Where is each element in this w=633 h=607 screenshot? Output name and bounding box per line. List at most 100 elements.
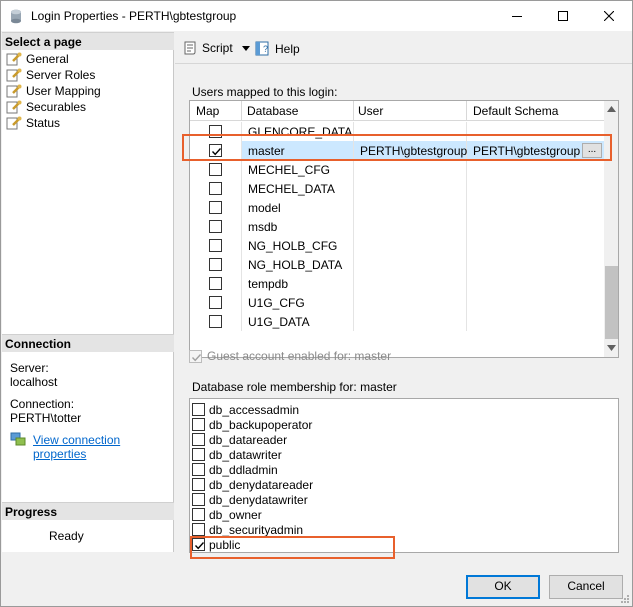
server-value: localhost bbox=[10, 375, 58, 389]
page-item-label: General bbox=[26, 52, 69, 66]
progress-header: Progress bbox=[2, 502, 174, 520]
close-icon bbox=[604, 11, 614, 21]
column-header-default-schema[interactable]: Default Schema bbox=[473, 104, 558, 118]
role-checkbox[interactable] bbox=[192, 463, 205, 476]
svg-text:?: ? bbox=[263, 44, 268, 54]
map-checkbox[interactable] bbox=[209, 296, 222, 309]
guest-checkbox-box bbox=[189, 349, 202, 363]
map-checkbox[interactable] bbox=[209, 258, 222, 271]
role-item-db-securityadmin[interactable]: db_securityadmin bbox=[192, 522, 303, 537]
page-item-label: Server Roles bbox=[26, 68, 96, 82]
database-cell: MECHEL_DATA bbox=[248, 182, 335, 196]
master-row-highlight bbox=[182, 134, 612, 161]
connection-header: Connection bbox=[2, 334, 174, 352]
map-checkbox[interactable] bbox=[209, 315, 222, 328]
minimize-icon bbox=[512, 16, 522, 17]
table-row[interactable]: tempdb bbox=[190, 274, 604, 293]
map-checkbox[interactable] bbox=[209, 277, 222, 290]
role-item-db-denydatawriter[interactable]: db_denydatawriter bbox=[192, 492, 308, 507]
role-label: db_securityadmin bbox=[209, 522, 304, 537]
table-row[interactable]: model bbox=[190, 198, 604, 217]
database-cell: U1G_DATA bbox=[248, 315, 310, 329]
page-item-general[interactable]: General bbox=[6, 51, 69, 67]
scrollbar-thumb[interactable] bbox=[605, 266, 618, 339]
table-row[interactable]: MECHEL_DATA bbox=[190, 179, 604, 198]
role-item-db-datawriter[interactable]: db_datawriter bbox=[192, 447, 282, 462]
script-button[interactable]: Script bbox=[182, 41, 254, 55]
maximize-icon bbox=[558, 11, 568, 21]
role-checkbox[interactable] bbox=[192, 433, 205, 446]
table-row[interactable]: U1G_DATA bbox=[190, 312, 604, 331]
map-checkbox[interactable] bbox=[209, 182, 222, 195]
page-item-label: Securables bbox=[26, 100, 87, 114]
table-row[interactable]: msdb bbox=[190, 217, 604, 236]
checkmark-icon bbox=[191, 353, 202, 361]
left-pane: Select a page General Server Roles User … bbox=[2, 32, 174, 552]
column-header-user[interactable]: User bbox=[358, 104, 383, 118]
column-header-database[interactable]: Database bbox=[247, 104, 298, 118]
grid-header: Map Database User Default Schema bbox=[190, 101, 604, 121]
cancel-button[interactable]: Cancel bbox=[549, 575, 623, 599]
table-row[interactable]: NG_HOLB_DATA bbox=[190, 255, 604, 274]
database-cell: MECHEL_CFG bbox=[248, 163, 331, 177]
map-checkbox[interactable] bbox=[209, 201, 222, 214]
role-checkbox[interactable] bbox=[192, 508, 205, 521]
guest-account-checkbox: Guest account enabled for: master bbox=[189, 349, 391, 363]
role-label: db_denydatareader bbox=[209, 477, 314, 492]
title-bar: Login Properties - PERTH\gbtestgroup bbox=[1, 1, 632, 31]
wrench-page-icon bbox=[6, 68, 22, 82]
page-item-status[interactable]: Status bbox=[6, 115, 60, 131]
role-label: db_owner bbox=[209, 507, 262, 522]
minimize-button[interactable] bbox=[494, 1, 540, 31]
chevron-down-icon[interactable] bbox=[241, 45, 250, 51]
database-cell: U1G_CFG bbox=[248, 296, 305, 310]
help-label: Help bbox=[275, 41, 300, 56]
role-item-db-denydatareader[interactable]: db_denydatareader bbox=[192, 477, 313, 492]
table-row[interactable]: NG_HOLB_CFG bbox=[190, 236, 604, 255]
map-checkbox[interactable] bbox=[209, 220, 222, 233]
role-checkbox[interactable] bbox=[192, 418, 205, 431]
role-label: db_datawriter bbox=[209, 447, 282, 462]
page-item-user-mapping[interactable]: User Mapping bbox=[6, 83, 101, 99]
role-label: db_backupoperator bbox=[209, 417, 313, 432]
wrench-page-icon bbox=[6, 100, 22, 114]
database-cell: NG_HOLB_DATA bbox=[248, 258, 343, 272]
guest-account-label: Guest account enabled for: master bbox=[207, 349, 392, 363]
wrench-page-icon bbox=[6, 84, 22, 98]
table-row[interactable]: U1G_CFG bbox=[190, 293, 604, 312]
progress-status: Ready bbox=[49, 529, 84, 543]
right-pane: Script ? Help Users mapped to this login… bbox=[175, 32, 632, 566]
role-checkbox[interactable] bbox=[192, 478, 205, 491]
wrench-page-icon bbox=[6, 52, 22, 66]
role-label: db_denydatawriter bbox=[209, 492, 308, 507]
role-item-db-accessadmin[interactable]: db_accessadmin bbox=[192, 402, 299, 417]
map-checkbox[interactable] bbox=[209, 163, 222, 176]
role-checkbox[interactable] bbox=[192, 523, 205, 536]
role-checkbox[interactable] bbox=[192, 403, 205, 416]
page-item-label: User Mapping bbox=[26, 84, 101, 98]
close-button[interactable] bbox=[586, 1, 632, 31]
scroll-down-icon[interactable] bbox=[607, 345, 616, 351]
login-properties-window: Login Properties - PERTH\gbtestgroup Sel… bbox=[0, 0, 633, 607]
role-item-db-datareader[interactable]: db_datareader bbox=[192, 432, 287, 447]
resize-grip-icon[interactable] bbox=[620, 594, 630, 604]
maximize-button[interactable] bbox=[540, 1, 586, 31]
table-row[interactable]: MECHEL_CFG bbox=[190, 160, 604, 179]
role-item-db-ddladmin[interactable]: db_ddladmin bbox=[192, 462, 278, 477]
column-header-map[interactable]: Map bbox=[196, 104, 219, 118]
page-item-securables[interactable]: Securables bbox=[6, 99, 86, 115]
role-checkbox[interactable] bbox=[192, 493, 205, 506]
role-item-db-owner[interactable]: db_owner bbox=[192, 507, 262, 522]
server-label: Server: bbox=[10, 361, 49, 375]
database-cell: model bbox=[248, 201, 281, 215]
map-checkbox[interactable] bbox=[209, 239, 222, 252]
ok-button[interactable]: OK bbox=[466, 575, 540, 599]
help-button[interactable]: ? Help bbox=[255, 41, 300, 56]
role-checkbox[interactable] bbox=[192, 448, 205, 461]
window-title: Login Properties - PERTH\gbtestgroup bbox=[31, 9, 237, 23]
scroll-up-icon[interactable] bbox=[607, 106, 616, 112]
page-item-server-roles[interactable]: Server Roles bbox=[6, 67, 95, 83]
page-item-label: Status bbox=[26, 116, 61, 130]
role-item-db-backupoperator[interactable]: db_backupoperator bbox=[192, 417, 312, 432]
view-connection-properties-link[interactable]: View connection properties bbox=[33, 433, 173, 461]
